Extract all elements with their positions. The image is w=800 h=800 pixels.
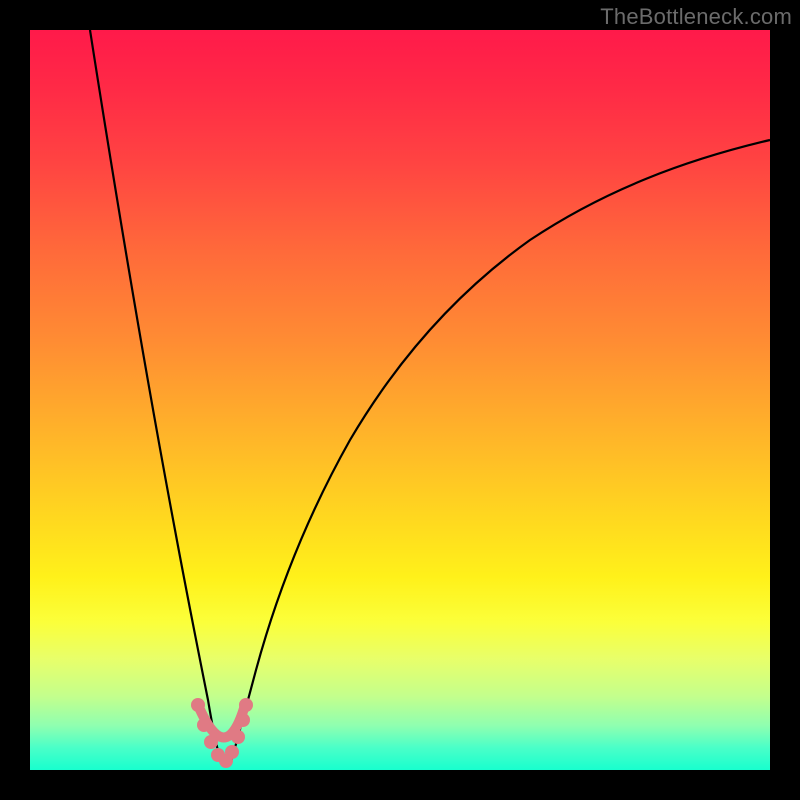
- right-curve: [230, 140, 770, 765]
- marker-dot: [231, 730, 245, 744]
- marker-dot: [236, 713, 250, 727]
- left-curve: [90, 30, 222, 765]
- chart-frame: TheBottleneck.com: [0, 0, 800, 800]
- marker-dot: [204, 735, 218, 749]
- marker-dot: [191, 698, 205, 712]
- curves-layer: [30, 30, 770, 770]
- marker-dot: [197, 718, 211, 732]
- marker-dot: [225, 745, 239, 759]
- plot-area: [30, 30, 770, 770]
- marker-dot: [239, 698, 253, 712]
- watermark-text: TheBottleneck.com: [600, 4, 792, 30]
